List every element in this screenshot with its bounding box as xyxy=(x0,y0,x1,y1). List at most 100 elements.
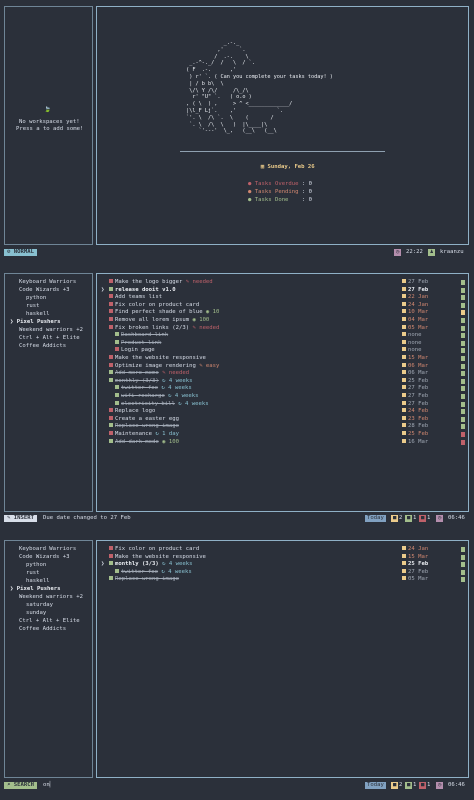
workspace-label: haskell xyxy=(26,311,50,317)
todo-item[interactable]: Replace logo xyxy=(109,408,155,415)
todo-text: twitter fee xyxy=(121,385,159,392)
mode-icon: ⚙ xyxy=(7,249,14,255)
todo-item[interactable]: Fix color on product card xyxy=(109,546,199,553)
workspace-item[interactable]: Coffee Addicts xyxy=(19,626,66,633)
todo-tag: ✎ needed xyxy=(158,370,190,377)
done-checkbox-icon[interactable] xyxy=(109,286,113,291)
todo-item[interactable]: Add dark mode ◉ 100 xyxy=(109,438,179,446)
pending-checkbox-icon[interactable] xyxy=(109,431,113,435)
calendar-icon xyxy=(402,286,406,291)
priority-indicator xyxy=(461,325,465,331)
todo-item[interactable]: Replace wrong image xyxy=(109,423,179,430)
stat-label: Tasks Pending xyxy=(254,189,299,195)
stat-icon: ● xyxy=(248,181,255,187)
todo-item[interactable]: release dooit v1.0 xyxy=(109,286,176,294)
workspace-item[interactable]: python xyxy=(26,295,46,302)
todo-item[interactable]: Add teams list xyxy=(109,294,162,301)
todo-item[interactable]: Dashboard link xyxy=(115,332,168,339)
workspace-item[interactable]: ❯ Pixel Pushers xyxy=(10,319,61,326)
workspace-item[interactable]: Code Wizards +3 xyxy=(19,287,70,294)
todo-item[interactable]: monthly (3/3) ↻ 4 weeks xyxy=(109,377,192,385)
todo-item[interactable]: Remove all lorem ipsum ◉ 100 xyxy=(109,317,209,324)
todo-text: Make the logo bigger xyxy=(115,279,183,285)
pending-checkbox-icon[interactable] xyxy=(109,301,113,306)
pending-checkbox-icon[interactable] xyxy=(109,362,113,367)
todo-text: Find perfect shade of blue xyxy=(115,309,203,316)
workspace-item[interactable]: Weekend warriors +2 xyxy=(19,594,83,601)
pending-checkbox-icon[interactable] xyxy=(109,309,113,314)
pending-checkbox-icon[interactable] xyxy=(109,355,113,359)
search-input[interactable]: on▏ xyxy=(43,782,53,789)
due-date: 15 Mar xyxy=(402,355,428,362)
workspace-item[interactable]: sunday xyxy=(26,610,46,617)
workspace-item[interactable]: ❯ Pixel Pushers xyxy=(10,586,61,593)
workspace-item[interactable]: Ctrl + Alt + Elite xyxy=(19,335,80,342)
workspace-item[interactable]: Keyboard Warriors xyxy=(19,546,76,553)
pending-checkbox-icon[interactable] xyxy=(109,279,113,283)
workspace-item[interactable]: Coffee Addicts xyxy=(19,343,66,350)
todo-item[interactable]: wifi recharge ↻ 4 weeks xyxy=(115,393,198,400)
done-checkbox-icon[interactable] xyxy=(109,370,113,375)
workspace-item[interactable]: python xyxy=(26,562,46,569)
due-date: 10 Mar xyxy=(402,309,428,316)
done-checkbox-icon[interactable] xyxy=(115,400,119,405)
todo-item[interactable]: Add more memo ✎ needed xyxy=(109,370,189,377)
today-badge[interactable]: Today xyxy=(365,515,386,522)
done-checkbox-icon[interactable] xyxy=(115,568,119,573)
todo-item[interactable]: Replace wrong image xyxy=(109,576,179,583)
workspace-item[interactable]: haskell xyxy=(26,578,50,585)
todo-item[interactable]: Fix color on product card xyxy=(109,301,199,309)
done-checkbox-icon[interactable] xyxy=(109,377,113,382)
todo-item[interactable]: Fix broken links (2/3) ✎ needed xyxy=(109,324,220,332)
pending-checkbox-icon[interactable] xyxy=(109,317,113,321)
todo-item[interactable]: Create a easter egg xyxy=(109,415,179,423)
due-text: 10 Mar xyxy=(408,309,429,316)
todo-item[interactable]: Optimize image rendering ✎ easy xyxy=(109,362,219,370)
workspace-item[interactable]: saturday xyxy=(26,602,53,609)
pending-checkbox-icon[interactable] xyxy=(109,553,113,558)
todo-item[interactable]: Maintenance ↻ 1 day xyxy=(109,431,179,438)
workspace-item[interactable]: Weekend warriors +2 xyxy=(19,327,83,334)
todo-item[interactable]: Make the website responsive xyxy=(109,553,206,561)
selected-chevron-icon: ❯ xyxy=(10,586,17,592)
done-checkbox-icon[interactable] xyxy=(115,385,119,390)
clock-icon: ◷ xyxy=(394,249,402,256)
todo-item[interactable]: Login page xyxy=(115,347,155,354)
done-checkbox-icon[interactable] xyxy=(109,576,113,581)
todo-text: twitter fee xyxy=(121,568,159,575)
workspace-item[interactable]: Code Wizards +3 xyxy=(19,554,70,561)
done-checkbox-icon[interactable] xyxy=(115,393,119,397)
done-checkbox-icon[interactable] xyxy=(109,438,113,443)
todo-item[interactable]: Product link xyxy=(115,339,161,347)
pending-checkbox-icon[interactable] xyxy=(109,546,113,550)
todo-item[interactable]: Make the website responsive xyxy=(109,355,206,362)
todo-item[interactable]: Find perfect shade of blue ◉ 10 xyxy=(109,309,219,316)
workspace-item[interactable]: haskell xyxy=(26,311,50,318)
pending-checkbox-icon[interactable] xyxy=(109,294,113,299)
workspace-item[interactable]: rust xyxy=(26,303,39,310)
done-checkbox-icon[interactable] xyxy=(109,423,113,428)
workspace-item[interactable]: Keyboard Warriors xyxy=(19,279,76,286)
due-text: 23 Feb xyxy=(408,415,429,422)
workspace-item[interactable]: rust xyxy=(26,570,39,577)
todo-item[interactable]: twitter fee ↻ 4 weeks xyxy=(115,568,192,576)
todo-item[interactable]: monthly (3/3) ↻ 4 weeks xyxy=(109,561,192,568)
pending-checkbox-icon[interactable] xyxy=(109,415,113,420)
done-checkbox-icon[interactable] xyxy=(115,339,119,344)
due-date: 27 Feb xyxy=(402,393,428,400)
done-checkbox-icon[interactable] xyxy=(109,561,113,566)
todo-tag: ✎ needed xyxy=(189,324,220,331)
pending-checkbox-icon[interactable] xyxy=(109,408,113,413)
done-checkbox-icon[interactable] xyxy=(115,332,119,337)
stat-icon: ● xyxy=(248,189,255,195)
stat-value: : 0 xyxy=(298,189,313,195)
calendar-icon xyxy=(402,576,406,581)
todo-item[interactable]: Make the logo bigger ✎ needed xyxy=(109,279,213,286)
todo-item[interactable]: electricity bill ↻ 4 weeks xyxy=(115,400,209,408)
todo-item[interactable]: twitter fee ↻ 4 weeks xyxy=(115,385,192,392)
pending-checkbox-icon[interactable] xyxy=(115,347,119,352)
workspace-item[interactable]: Ctrl + Alt + Elite xyxy=(19,618,80,625)
todo-tag: ↻ 4 weeks xyxy=(158,561,193,568)
today-badge[interactable]: Today xyxy=(365,782,386,789)
pending-checkbox-icon[interactable] xyxy=(109,324,113,329)
